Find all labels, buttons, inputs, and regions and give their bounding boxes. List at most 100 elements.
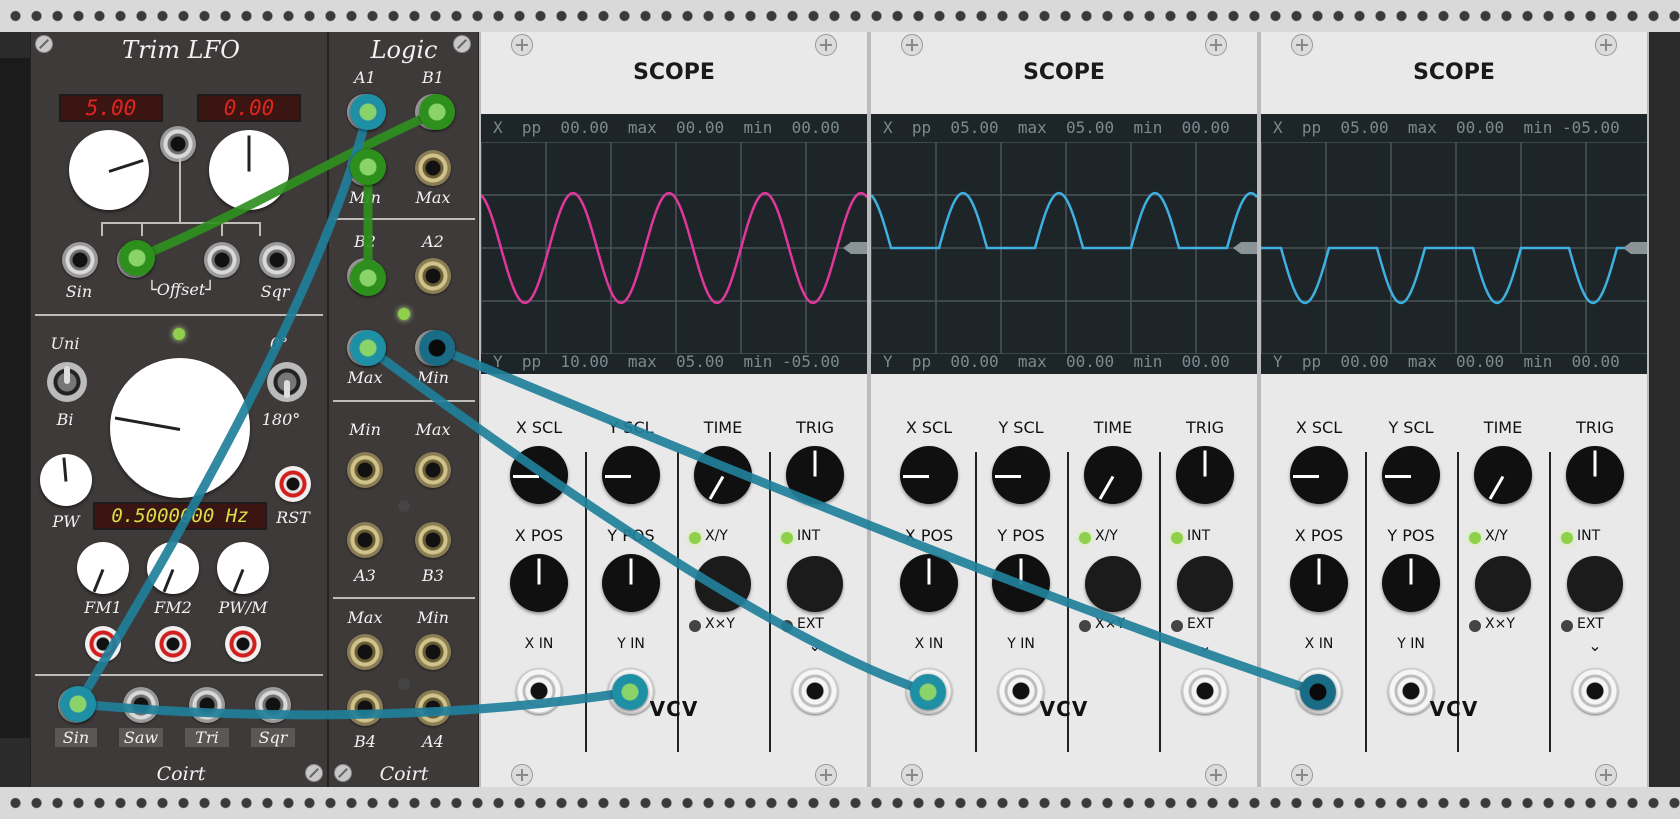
- xy-mode-button[interactable]: [695, 556, 751, 612]
- ext-trigger-led: [1561, 620, 1573, 632]
- x-scale-knob[interactable]: [1290, 446, 1348, 504]
- trigger-source-button[interactable]: [1567, 556, 1623, 612]
- screw-icon: [901, 764, 923, 786]
- label-offset: └Offset┘: [147, 280, 215, 299]
- b4-jack[interactable]: [347, 690, 383, 726]
- min3-jack[interactable]: [347, 452, 383, 488]
- y-pos-knob[interactable]: [1382, 554, 1440, 612]
- y-pos-knob[interactable]: [602, 554, 660, 612]
- b1-plug[interactable]: [419, 94, 455, 130]
- label-180deg: 180°: [261, 410, 301, 429]
- trig-label: TRIG: [1185, 418, 1224, 437]
- trigger-source-button[interactable]: [787, 556, 843, 612]
- x-scale-knob[interactable]: [900, 446, 958, 504]
- time-knob[interactable]: [1474, 446, 1532, 504]
- xy-label: X/Y: [1095, 528, 1118, 544]
- waveform-trace: [1261, 246, 1647, 305]
- min1-plug[interactable]: [350, 149, 386, 185]
- logic-module[interactable]: Logic A1 B1 Min Max B2 A2 Max Min Min Ma…: [328, 32, 479, 787]
- x-pos-knob[interactable]: [1290, 554, 1348, 612]
- vcv-logo: VCV: [649, 697, 699, 721]
- y-scale-knob[interactable]: [1382, 446, 1440, 504]
- scope-waveform: [1261, 142, 1647, 354]
- xy-label: X/Y: [705, 528, 728, 544]
- label-sqr-top: Sqr: [260, 282, 290, 301]
- xxy-led: [689, 620, 701, 632]
- x-scale-knob[interactable]: [510, 446, 568, 504]
- min2-plug[interactable]: [419, 330, 455, 366]
- offset-jack-right[interactable]: [204, 242, 240, 278]
- a1-plug[interactable]: [350, 94, 386, 130]
- label-a2: A2: [422, 232, 444, 251]
- phase-switch[interactable]: [267, 362, 307, 402]
- max4-jack[interactable]: [347, 634, 383, 670]
- time-knob[interactable]: [694, 446, 752, 504]
- scope3-x-in-plug[interactable]: [1300, 674, 1336, 710]
- y-stats: Y pp 10.00 max 05.00 min -05.00: [493, 352, 840, 371]
- offset-plug[interactable]: [119, 240, 155, 276]
- screw-icon: [334, 764, 352, 782]
- max1-jack[interactable]: [415, 150, 451, 186]
- sin-trim-jack[interactable]: [62, 242, 98, 278]
- time-knob[interactable]: [1084, 446, 1142, 504]
- saw-out-jack[interactable]: [123, 687, 159, 723]
- a4-jack[interactable]: [415, 690, 451, 726]
- y-scl-label: Y SCL: [998, 418, 1044, 437]
- reset-jack[interactable]: [275, 466, 311, 502]
- fm1-knob[interactable]: [77, 542, 129, 594]
- x-pos-knob[interactable]: [510, 554, 568, 612]
- min4-jack[interactable]: [415, 634, 451, 670]
- uni-bi-switch[interactable]: [47, 362, 87, 402]
- b2-plug[interactable]: [350, 260, 386, 296]
- y-scale-knob[interactable]: [992, 446, 1050, 504]
- scope-screen: X pp 05.00 max 05.00 min 00.00 Y pp 00.0…: [871, 114, 1257, 374]
- label-max1: Max: [415, 188, 451, 207]
- x-pos-knob[interactable]: [900, 554, 958, 612]
- label-uni: Uni: [50, 334, 80, 353]
- fm2-knob[interactable]: [147, 542, 199, 594]
- y-pos-knob[interactable]: [992, 554, 1050, 612]
- b3-jack[interactable]: [415, 522, 451, 558]
- pwm-knob[interactable]: [217, 542, 269, 594]
- pwm-jack[interactable]: [225, 626, 261, 662]
- int-trigger-led: [1171, 532, 1183, 544]
- a2-jack[interactable]: [415, 258, 451, 294]
- pw-knob[interactable]: [40, 454, 92, 506]
- screw-icon: [1205, 764, 1227, 786]
- trim-lfo-module[interactable]: Trim LFO 5.00 0.00 Sin └Offset┘ Sqr Uni …: [30, 32, 328, 787]
- xxy-led: [1469, 620, 1481, 632]
- trig-level-knob[interactable]: [1566, 446, 1624, 504]
- y-scale-knob[interactable]: [602, 446, 660, 504]
- level-knob-right[interactable]: [209, 130, 289, 210]
- x-scl-label: X SCL: [515, 418, 563, 437]
- label-b2: B2: [354, 232, 376, 251]
- tri-out-jack[interactable]: [189, 687, 225, 723]
- screw-icon: [511, 34, 533, 56]
- xy-mode-button[interactable]: [1475, 556, 1531, 612]
- level-knob-left[interactable]: [69, 130, 149, 210]
- max3-jack[interactable]: [415, 452, 451, 488]
- label-pwm: PW/M: [218, 598, 268, 617]
- x-in-label: X IN: [914, 636, 944, 652]
- sqr-out-jack[interactable]: [255, 687, 291, 723]
- sqr-trim-jack[interactable]: [259, 242, 295, 278]
- trigger-marker-icon: [1233, 242, 1257, 254]
- waveform-trace: [871, 191, 1257, 250]
- scope2-x-in-plug[interactable]: [910, 674, 946, 710]
- sin-out-plug[interactable]: [60, 686, 96, 722]
- xy-mode-button[interactable]: [1085, 556, 1141, 612]
- scope1-y-in-plug[interactable]: [612, 674, 648, 710]
- frequency-knob[interactable]: [110, 358, 250, 498]
- trig-level-knob[interactable]: [1176, 446, 1234, 504]
- offset-cv-jack[interactable]: [160, 126, 196, 162]
- trig-level-knob[interactable]: [786, 446, 844, 504]
- x-scl-label: X SCL: [905, 418, 953, 437]
- a3-jack[interactable]: [347, 522, 383, 558]
- logic-led-3: [398, 678, 410, 690]
- fm1-jack[interactable]: [85, 626, 121, 662]
- max2-plug[interactable]: [350, 330, 386, 366]
- fm2-jack[interactable]: [155, 626, 191, 662]
- scope-module-1[interactable]: SCOPE X pp 00.00 max 00.00 min 00.00 Y p…: [479, 32, 869, 787]
- trigger-source-button[interactable]: [1177, 556, 1233, 612]
- bottom-rack-rail: [0, 787, 1680, 819]
